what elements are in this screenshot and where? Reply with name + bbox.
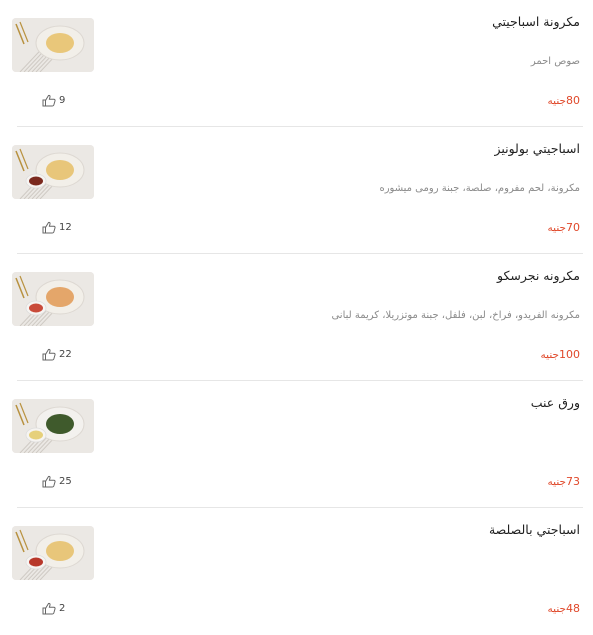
price-currency: جنيه	[547, 222, 566, 234]
price-currency: جنيه	[540, 349, 559, 361]
thumbs-up-icon	[42, 94, 56, 107]
dish-price: 73جنيه	[548, 475, 580, 488]
price-value: 70	[566, 221, 580, 234]
dish-price: 80جنيه	[548, 94, 580, 107]
menu-item[interactable]: اسباجتي بالصلصة 48جنيه 2	[0, 508, 593, 635]
dish-title: اسباجتي بالصلصة	[488, 522, 580, 537]
price-value: 100	[559, 348, 580, 361]
dish-title: اسباجيتي بولونيز	[494, 141, 580, 156]
like-button[interactable]: 25	[42, 475, 72, 488]
price-currency: جنيه	[547, 95, 566, 107]
dish-price: 48جنيه	[548, 602, 580, 615]
price-currency: جنيه	[547, 476, 566, 488]
dish-thumbnail[interactable]	[12, 526, 94, 580]
menu-item[interactable]: مكرونه نجرسكو مكرونه الفريدو، فراخ، لبن، …	[0, 254, 593, 381]
spaghetti-sauce-plate-image	[12, 526, 94, 580]
thumbs-up-icon	[42, 221, 56, 234]
thumbs-up-icon	[42, 475, 56, 488]
dish-title: مكرونه نجرسكو	[497, 268, 580, 283]
thumbs-up-icon	[42, 348, 56, 361]
grape-leaves-plate-image	[12, 399, 94, 453]
like-button[interactable]: 9	[42, 94, 65, 107]
like-count: 22	[59, 349, 72, 360]
dish-price: 100جنيه	[541, 348, 580, 361]
dish-description: مكرونة، لحم مفروم، صلصة، جبنة رومى ميشور…	[379, 183, 580, 194]
dish-thumbnail[interactable]	[12, 272, 94, 326]
like-count: 9	[59, 95, 66, 106]
pasta-plate-image	[12, 18, 94, 72]
like-button[interactable]: 2	[42, 602, 65, 615]
like-count: 25	[59, 476, 72, 487]
dish-price: 70جنيه	[548, 221, 580, 234]
menu-item[interactable]: اسباجيتي بولونيز مكرونة، لحم مفروم، صلصة،…	[0, 127, 593, 254]
dish-thumbnail[interactable]	[12, 399, 94, 453]
like-count: 2	[59, 603, 66, 614]
price-value: 73	[566, 475, 580, 488]
dish-thumbnail[interactable]	[12, 145, 94, 199]
price-value: 80	[566, 94, 580, 107]
dish-description: مكرونه الفريدو، فراخ، لبن، فلفل، جبنة مو…	[331, 310, 580, 321]
dish-title: مكرونة اسباجيتي	[492, 14, 580, 29]
menu-item[interactable]: ورق عنب 73جنيه 25	[0, 381, 593, 508]
menu-item[interactable]: مكرونة اسباجيتي صوص احمر 80جنيه 9	[0, 0, 593, 127]
negresco-plate-image	[12, 272, 94, 326]
like-count: 12	[59, 222, 72, 233]
thumbs-up-icon	[42, 602, 56, 615]
dish-thumbnail[interactable]	[12, 18, 94, 72]
like-button[interactable]: 22	[42, 348, 72, 361]
price-currency: جنيه	[547, 603, 566, 615]
like-button[interactable]: 12	[42, 221, 72, 234]
price-value: 48	[566, 602, 580, 615]
dish-description: صوص احمر	[530, 56, 580, 67]
bolognese-plate-image	[12, 145, 94, 199]
dish-title: ورق عنب	[530, 395, 580, 410]
